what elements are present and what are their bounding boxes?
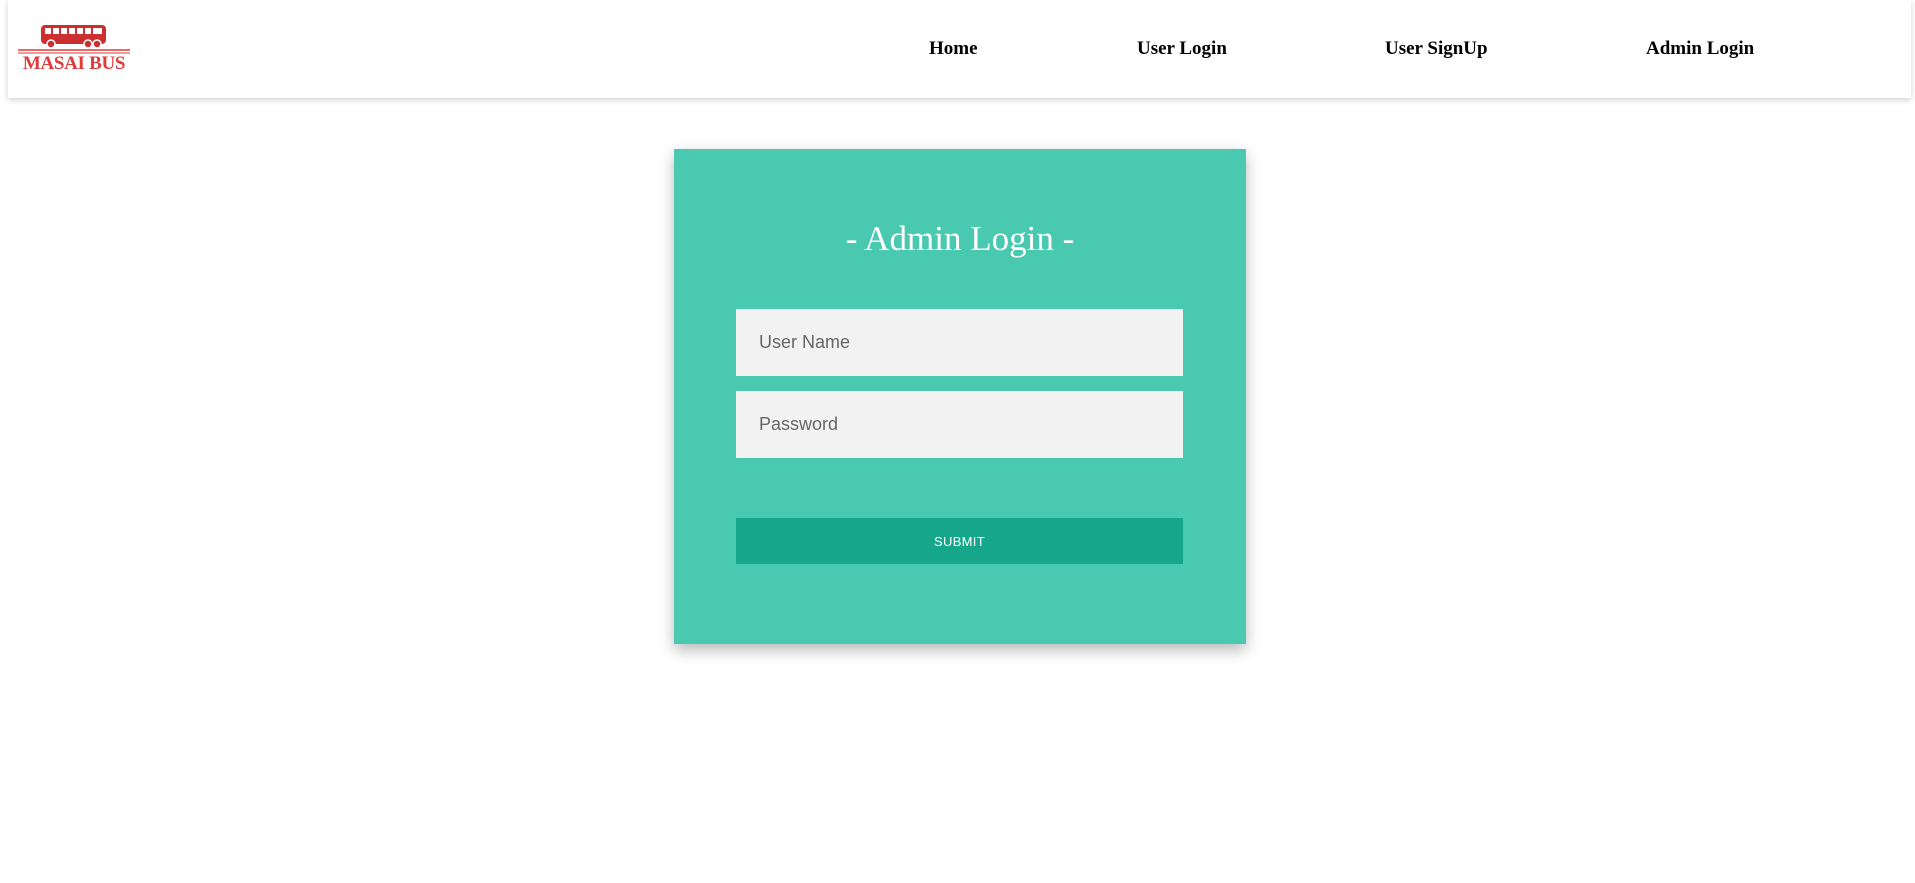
nav-admin-login-link[interactable]: Admin Login [1646,38,1754,60]
nav-home-link[interactable]: Home [929,38,978,60]
brand-logo[interactable]: MASAI BUS [18,22,130,78]
submit-button[interactable]: SUBMIT [736,518,1183,564]
username-input[interactable] [736,309,1183,376]
brand-name: MASAI BUS [22,53,126,74]
login-title: - Admin Login - [845,219,1075,258]
nav-user-signup-link[interactable]: User SignUp [1385,38,1488,60]
top-navbar: MASAI BUS Home User Login User SignUp Ad… [8,0,1911,98]
admin-login-card: - Admin Login - SUBMIT [674,149,1246,644]
nav-user-login-link[interactable]: User Login [1137,38,1227,60]
password-input[interactable] [736,391,1183,458]
